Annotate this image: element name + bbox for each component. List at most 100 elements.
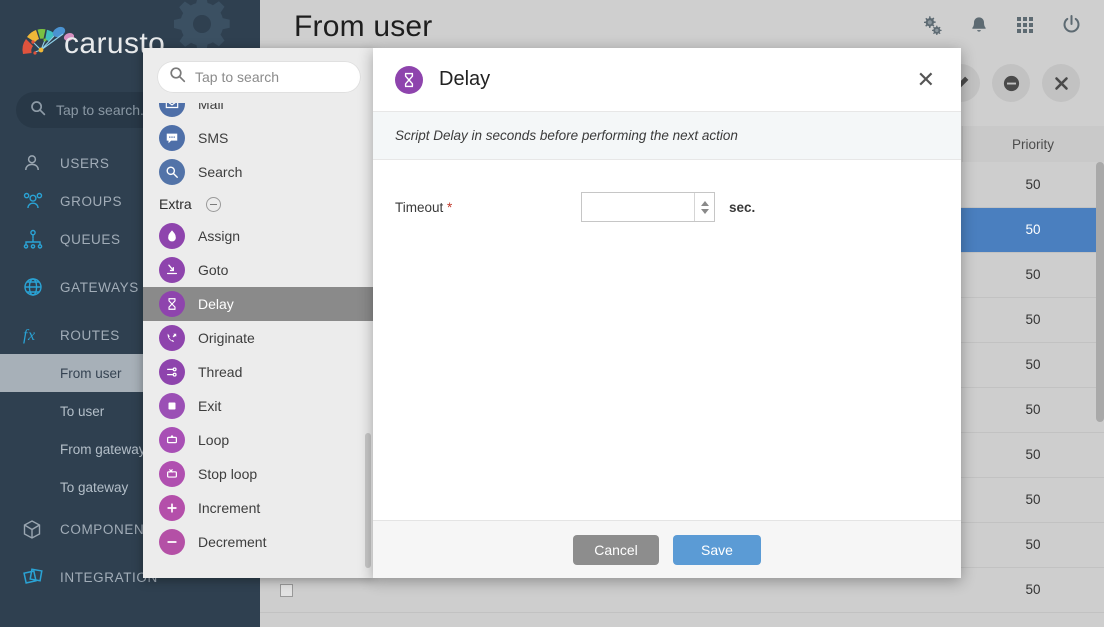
globe-icon	[22, 276, 60, 298]
cell-priority: 50	[962, 342, 1104, 388]
originate-phone-icon	[159, 325, 185, 351]
groups-icon	[22, 191, 60, 211]
sidebar-subitem-label: From user	[60, 365, 122, 381]
timeout-stepper[interactable]	[581, 192, 715, 222]
action-item-label: Exit	[198, 398, 222, 414]
timeout-row: Timeout * sec.	[395, 192, 939, 222]
cell-priority: 50	[962, 567, 1104, 613]
chevron-down-icon[interactable]	[700, 208, 709, 214]
loop-icon	[159, 427, 185, 453]
cell-priority: 50	[962, 252, 1104, 298]
table-row[interactable]: Enabled201 AnswerAnswer50	[260, 612, 1104, 627]
sidebar-item-label: QUEUES	[60, 231, 121, 247]
action-item-label: Thread	[198, 364, 243, 380]
cancel-button[interactable]: Cancel	[573, 534, 659, 565]
search-icon	[30, 100, 46, 121]
gears-icon[interactable]	[921, 15, 943, 35]
stepper-arrows[interactable]	[694, 193, 714, 221]
modal-footer: Cancel Save	[373, 520, 961, 578]
action-search-input[interactable]	[195, 69, 345, 85]
save-button[interactable]: Save	[673, 534, 761, 565]
assign-flame-icon	[159, 223, 185, 249]
mail-icon	[159, 103, 185, 117]
action-item-mail[interactable]: Mail	[143, 103, 375, 121]
timeout-label-text: Timeout	[395, 199, 444, 215]
action-section-extra: Extra	[143, 189, 375, 219]
cell-action: Answer	[712, 612, 962, 627]
cell-priority: 50	[962, 477, 1104, 523]
action-item-goto[interactable]: Goto	[143, 253, 375, 287]
cell-priority: 50	[962, 207, 1104, 253]
action-item-label: Assign	[198, 228, 241, 244]
sidebar-item-label: GROUPS	[60, 193, 123, 209]
action-item-label: Stop loop	[198, 466, 258, 482]
action-item-thread[interactable]: Thread	[143, 355, 375, 389]
row-action-buttons	[942, 64, 1080, 102]
action-item-label: Goto	[198, 262, 229, 278]
cell-priority: 50	[962, 612, 1104, 627]
action-item-assign[interactable]: Assign	[143, 219, 375, 253]
action-section-label: Extra	[159, 196, 192, 212]
close-icon[interactable]: ✕	[911, 65, 941, 95]
action-item-label: Delay	[198, 296, 234, 312]
required-mark: *	[447, 199, 453, 215]
layers-icon	[22, 566, 60, 588]
stop-loop-icon	[159, 461, 185, 487]
action-picker-popup: Mail SMS Search Extra Assign Goto Delay Origina…	[143, 48, 375, 578]
action-item-delay[interactable]: Delay	[143, 287, 375, 321]
action-item-loop[interactable]: Loop	[143, 423, 375, 457]
action-list-scrollbar[interactable]	[365, 433, 371, 568]
bell-icon[interactable]	[969, 15, 989, 35]
header-icons	[921, 14, 1082, 35]
delete-button[interactable]	[1042, 64, 1080, 102]
action-list: Mail SMS Search Extra Assign Goto Delay Origina…	[143, 103, 375, 578]
search-icon	[159, 159, 185, 185]
modal-header: Delay ✕	[373, 48, 961, 112]
fx-icon: fx	[22, 325, 60, 345]
action-item-originate[interactable]: Originate	[143, 321, 375, 355]
timeout-label: Timeout *	[395, 200, 581, 215]
minus-circle-icon[interactable]	[205, 196, 221, 212]
action-item-label: SMS	[198, 130, 229, 146]
action-item-decrement[interactable]: Decrement	[143, 525, 375, 559]
action-item-stop-loop[interactable]: Stop loop	[143, 457, 375, 491]
goto-arrow-icon	[159, 257, 185, 283]
hourglass-icon	[395, 65, 423, 94]
action-item-label: Originate	[198, 330, 255, 346]
action-item-sms[interactable]: SMS	[143, 121, 375, 155]
power-icon[interactable]	[1061, 14, 1082, 35]
cell-priority: 50	[962, 162, 1104, 208]
sidebar-subitem-label: To gateway	[60, 479, 129, 495]
cell-priority: 50	[962, 387, 1104, 433]
row-checkbox-cell[interactable]	[260, 612, 312, 627]
search-icon	[169, 66, 186, 88]
app-root: From user Priority 50 50 50 50 50 50 50 …	[0, 0, 1104, 627]
cell-state: Enabled	[312, 612, 462, 627]
row-checkbox[interactable]	[279, 583, 293, 597]
grid-apps-icon[interactable]	[1015, 15, 1035, 35]
chevron-up-icon[interactable]	[700, 200, 709, 206]
modal-body: Timeout * sec.	[373, 160, 961, 520]
timeout-input[interactable]	[582, 193, 694, 221]
action-search[interactable]	[157, 61, 361, 93]
table-col-priority[interactable]: Priority	[962, 126, 1104, 162]
action-item-increment[interactable]: Increment	[143, 491, 375, 525]
action-item-search[interactable]: Search	[143, 155, 375, 189]
exit-square-icon	[159, 393, 185, 419]
sidebar-item-label: USERS	[60, 155, 110, 171]
action-item-exit[interactable]: Exit	[143, 389, 375, 423]
user-icon	[22, 153, 60, 173]
cell-name: 201 Answer	[462, 612, 712, 627]
action-item-label: Increment	[198, 500, 261, 516]
sidebar-subitem-label: From gateway	[60, 441, 146, 457]
modal-title: Delay	[439, 68, 491, 90]
minus-icon	[159, 529, 185, 555]
table-scrollbar[interactable]	[1096, 162, 1104, 422]
cube-icon	[22, 519, 60, 540]
timeout-unit: sec.	[729, 199, 756, 215]
cell-priority: 50	[962, 522, 1104, 568]
sidebar-subitem-label: To user	[60, 403, 105, 419]
thread-icon	[159, 359, 185, 385]
disable-button[interactable]	[992, 64, 1030, 102]
svg-text:fx: fx	[23, 327, 36, 344]
